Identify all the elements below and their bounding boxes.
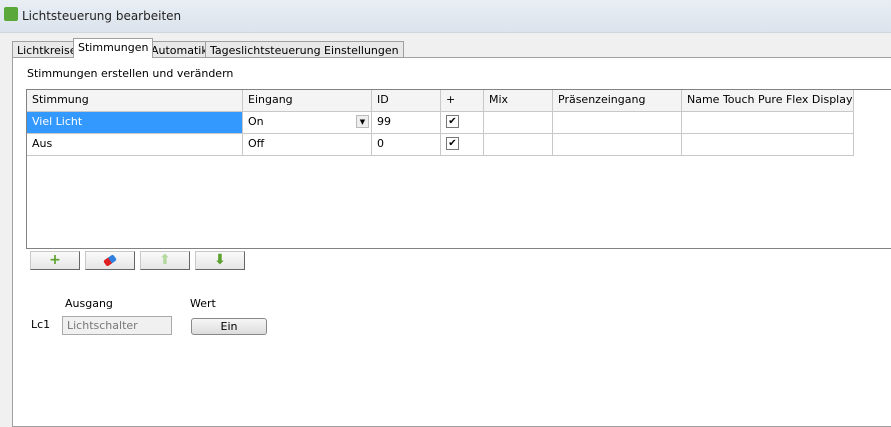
cell-stimmung[interactable]: Aus [27, 134, 243, 156]
cell-stimmung[interactable]: Viel Licht [27, 112, 243, 134]
move-down-button[interactable]: ⬇ [195, 251, 245, 270]
cell-praesenzeingang[interactable] [553, 112, 682, 134]
eingang-value: On [248, 115, 264, 128]
cell-plus: ✔ [441, 112, 484, 134]
cell-id[interactable]: 99 [372, 112, 441, 134]
ausgang-label: Ausgang [65, 297, 113, 310]
ausgang-field[interactable]: Lichtschalter [62, 316, 172, 335]
plus-checkbox[interactable]: ✔ [446, 115, 459, 128]
cell-mix[interactable] [484, 112, 553, 134]
plus-checkbox[interactable]: ✔ [446, 137, 459, 150]
cell-id[interactable]: 0 [372, 134, 441, 156]
cell-name-touch[interactable] [682, 112, 854, 134]
eraser-icon [103, 254, 117, 267]
cell-mix[interactable] [484, 134, 553, 156]
title-bar: Lichtsteuerung bearbeiten [0, 0, 891, 33]
delete-button[interactable] [85, 251, 135, 270]
column-header-plus[interactable]: + [441, 90, 484, 112]
cell-eingang[interactable]: Off [243, 134, 372, 156]
tab-automatik[interactable]: Automatik [146, 41, 213, 58]
lc1-label: Lc1 [31, 318, 51, 331]
tab-stimmungen[interactable]: Stimmungen [73, 38, 154, 58]
tab-lichtkreise[interactable]: Lichtkreise [12, 41, 82, 58]
cell-name-touch[interactable] [682, 134, 854, 156]
column-header-name-touch[interactable]: Name Touch Pure Flex Display [682, 90, 854, 112]
add-button[interactable]: + [30, 251, 80, 270]
eingang-dropdown[interactable]: On ▼ [243, 112, 372, 134]
section-label: Stimmungen erstellen und verändern [27, 67, 234, 80]
column-header-eingang[interactable]: Eingang [243, 90, 372, 112]
stimmungen-table: Stimmung Eingang ID + Mix Präsenzeingang… [26, 89, 891, 249]
chevron-down-icon[interactable]: ▼ [356, 115, 369, 128]
cell-praesenzeingang[interactable] [553, 134, 682, 156]
ein-button[interactable]: Ein [191, 318, 267, 335]
window-title: Lichtsteuerung bearbeiten [22, 9, 182, 23]
column-header-stimmung[interactable]: Stimmung [27, 90, 243, 112]
arrow-down-icon: ⬇ [214, 252, 226, 268]
app-icon [4, 7, 18, 21]
wert-label: Wert [190, 297, 216, 310]
column-header-mix[interactable]: Mix [484, 90, 553, 112]
column-header-id[interactable]: ID [372, 90, 441, 112]
move-up-button[interactable]: ⬆ [140, 251, 190, 270]
tab-tageslichtsteuerung[interactable]: Tageslichtsteuerung Einstellungen [205, 41, 404, 58]
arrow-up-icon: ⬆ [159, 252, 171, 268]
cell-plus: ✔ [441, 134, 484, 156]
plus-icon: + [49, 252, 61, 268]
column-header-praesenzeingang[interactable]: Präsenzeingang [553, 90, 682, 112]
